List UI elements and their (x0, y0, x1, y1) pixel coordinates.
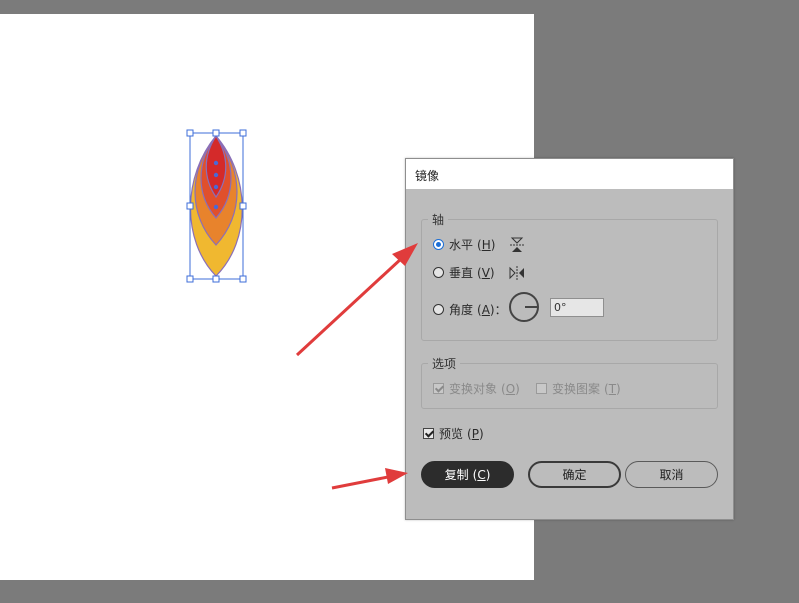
resize-handle (239, 129, 247, 137)
transform-objects-label: 变换对象 (449, 382, 498, 396)
preview-shortcut: P (471, 426, 479, 441)
transform-patterns-shortcut: T (608, 381, 617, 396)
angle-input[interactable] (550, 298, 604, 317)
vertical-label: 垂直 (449, 266, 474, 280)
resize-handle (239, 275, 247, 283)
angle-option[interactable]: 角度 (A)： (433, 301, 507, 318)
preview-option[interactable]: 预览 (P) (423, 425, 484, 442)
anchor-point (213, 204, 219, 210)
horizontal-option[interactable]: 水平 (H) (433, 236, 525, 253)
resize-handle (212, 129, 220, 137)
horizontal-radio[interactable] (433, 239, 444, 250)
anchor-point (213, 160, 219, 166)
resize-handle (186, 129, 194, 137)
cancel-button-label: 取消 (659, 468, 684, 482)
flip-horizontal-axis-icon (510, 237, 525, 252)
resize-handle (212, 275, 220, 283)
transform-objects-checkbox (433, 383, 444, 394)
vertical-shortcut: V (481, 265, 490, 280)
preview-checkbox[interactable] (423, 428, 434, 439)
vertical-option[interactable]: 垂直 (V) (433, 264, 525, 281)
preview-label: 预览 (439, 427, 464, 441)
options-group-label: 选项 (432, 357, 457, 371)
horizontal-label: 水平 (449, 238, 474, 252)
anchor-point (213, 184, 219, 190)
angle-dial-icon[interactable] (509, 292, 539, 322)
angle-shortcut: A (481, 303, 490, 317)
horizontal-shortcut: H (481, 237, 491, 252)
dialog-titlebar[interactable]: 镜像 (406, 159, 733, 189)
cancel-button[interactable]: 取消 (625, 461, 718, 488)
dialog-title: 镜像 (415, 169, 440, 183)
copy-button-label: 复制 (444, 468, 469, 482)
resize-handle (186, 275, 194, 283)
vertical-radio[interactable] (433, 267, 444, 278)
transform-objects-shortcut: O (505, 381, 516, 396)
angle-label: 角度 (449, 303, 474, 317)
transform-patterns-checkbox (536, 383, 547, 394)
flip-vertical-axis-icon (509, 265, 524, 280)
angle-radio[interactable] (433, 304, 444, 315)
transform-objects-option: 变换对象 (O) (433, 380, 520, 397)
copy-shortcut: C (477, 467, 486, 482)
resize-handle (186, 202, 194, 210)
copy-button[interactable]: 复制 (C) (421, 461, 514, 488)
resize-handle (239, 202, 247, 210)
transform-patterns-label: 变换图案 (552, 382, 601, 396)
reflect-dialog: 镜像 轴 水平 (H) 垂直 (V) 角度 (A)： 选项 变换对象 (405, 158, 734, 520)
ok-button[interactable]: 确定 (528, 461, 621, 488)
transform-patterns-option: 变换图案 (T) (536, 380, 621, 397)
axis-group-label: 轴 (432, 213, 445, 227)
anchor-point (213, 172, 219, 178)
ok-button-label: 确定 (562, 468, 587, 482)
